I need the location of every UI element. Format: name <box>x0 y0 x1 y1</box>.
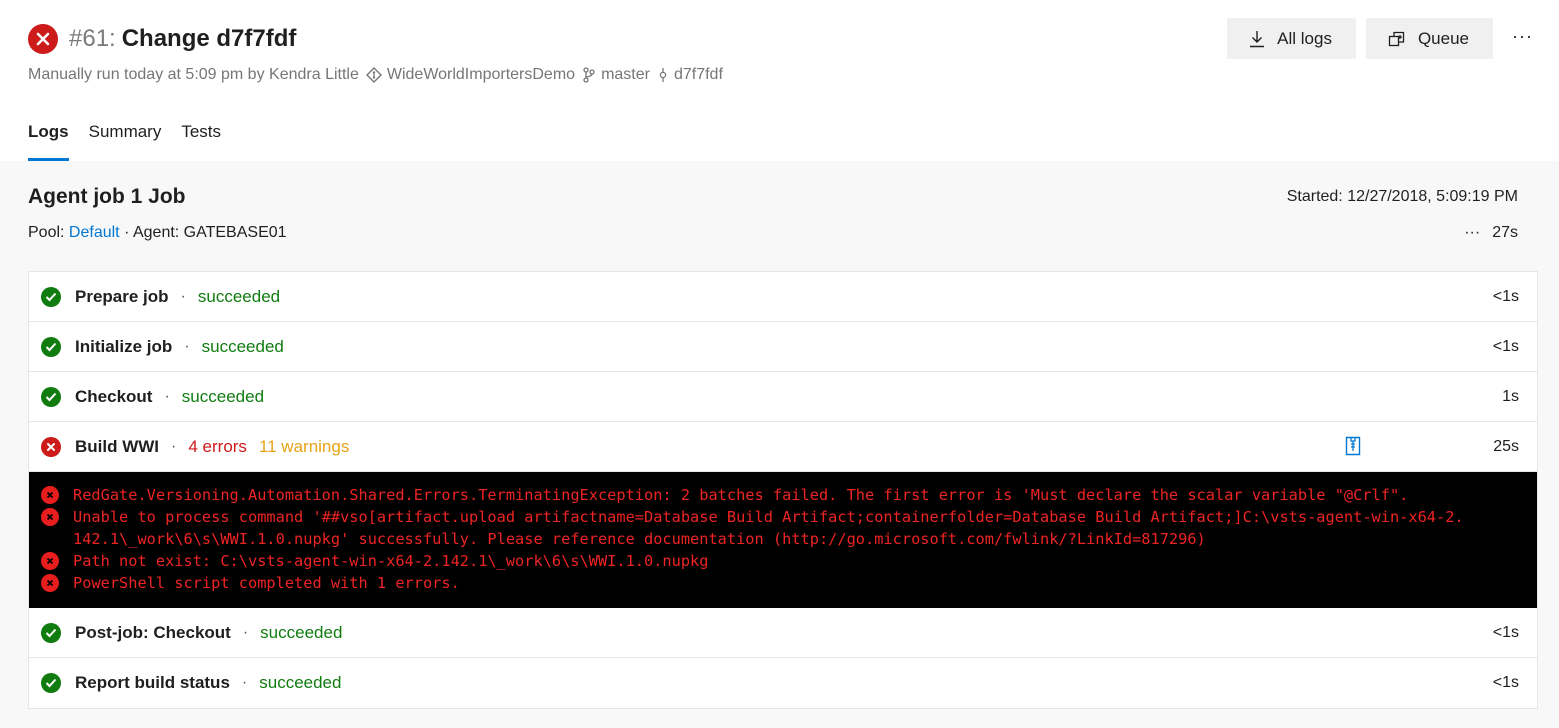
job-more-button[interactable]: ··· <box>1464 224 1480 242</box>
console-line: Path not exist: C:\vsts-agent-win-x64-2.… <box>39 550 1525 572</box>
run-title: Change d7f7fdf <box>121 25 297 52</box>
separator: · <box>171 437 177 455</box>
run-id: #61: <box>69 25 116 52</box>
success-icon <box>41 673 61 693</box>
commit-link[interactable]: d7f7fdf <box>674 66 723 84</box>
step-duration: <1s <box>1492 623 1519 641</box>
step-status: succeeded <box>201 336 284 356</box>
more-actions-button[interactable]: ··· <box>1512 26 1533 47</box>
repo-icon <box>365 67 382 83</box>
console-line: Unable to process command '##vso[artifac… <box>39 506 1525 528</box>
success-icon <box>41 622 61 643</box>
all-logs-button[interactable]: All logs <box>1227 18 1356 59</box>
console-line: RedGate.Versioning.Automation.Shared.Err… <box>39 484 1525 506</box>
error-icon <box>41 552 59 570</box>
step-duration: <1s <box>1492 287 1519 305</box>
console-line: PowerShell script completed with 1 error… <box>39 572 1525 594</box>
error-icon <box>41 574 59 592</box>
agent-text: · Agent: GATEBASE01 <box>124 224 287 241</box>
tab-summary[interactable]: Summary <box>89 122 162 161</box>
step-status: succeeded <box>197 286 281 306</box>
separator: · <box>184 337 190 355</box>
commit-icon <box>657 67 669 83</box>
branch-icon <box>582 67 596 83</box>
all-logs-label: All logs <box>1277 28 1332 48</box>
separator: · <box>241 674 248 691</box>
step-status: succeeded <box>259 673 342 692</box>
queue-icon <box>1388 31 1405 46</box>
step-duration: <1s <box>1492 674 1519 691</box>
console-line-continued: 142.1\_work\6\s\WWI.1.0.nupkg' successfu… <box>39 528 1525 550</box>
success-icon <box>41 336 61 357</box>
error-icon <box>41 508 59 526</box>
step-prepare-job[interactable]: Prepare job · succeeded <1s <box>29 272 1537 322</box>
tab-tests[interactable]: Tests <box>181 122 221 161</box>
trigger-text: Manually run today at 5:09 pm by Kendra … <box>28 66 359 83</box>
step-initialize-job[interactable]: Initialize job · succeeded <1s <box>29 322 1537 372</box>
console-text: RedGate.Versioning.Automation.Shared.Err… <box>73 486 1409 504</box>
tab-logs[interactable]: Logs <box>28 122 69 161</box>
step-errors: 4 errors <box>188 436 247 456</box>
step-name: Prepare job <box>75 286 169 306</box>
run-header: #61: Change d7f7fdf Manually run today a… <box>0 0 1559 161</box>
run-subtitle: Manually run today at 5:09 pm by Kendra … <box>28 66 723 84</box>
job-duration-value: 27s <box>1492 224 1518 241</box>
failed-status-icon <box>28 24 58 54</box>
pool-label: Pool: <box>28 224 65 241</box>
queue-button[interactable]: Queue <box>1365 18 1493 59</box>
console-text: 142.1\_work\6\s\WWI.1.0.nupkg' successfu… <box>73 530 1206 548</box>
step-name: Initialize job <box>75 336 173 356</box>
job-duration: ··· 27s <box>1464 224 1518 242</box>
console-text: Path not exist: C:\vsts-agent-win-x64-2.… <box>73 552 709 570</box>
success-icon <box>41 386 61 407</box>
download-icon <box>1250 30 1265 47</box>
console-text: Unable to process command '##vso[artifac… <box>73 508 1464 526</box>
header-actions: All logs Queue <box>1227 18 1493 59</box>
steps-list: Prepare job · succeeded <1s Initialize j… <box>28 271 1538 709</box>
step-post-job-checkout[interactable]: Post-job: Checkout · succeeded <1s <box>29 608 1537 658</box>
job-title: Agent job 1 Job <box>28 185 186 208</box>
job-started: Started: 12/27/2018, 5:09:19 PM <box>1286 188 1518 205</box>
step-status: succeeded <box>181 386 265 406</box>
step-status: succeeded <box>260 622 343 642</box>
tab-bar: Logs Summary Tests <box>28 122 221 161</box>
step-name: Report build status <box>75 673 230 692</box>
step-duration: 25s <box>1493 437 1519 455</box>
step-name: Post-job: Checkout <box>75 622 231 642</box>
console-text: PowerShell script completed with 1 error… <box>73 574 460 592</box>
step-checkout[interactable]: Checkout · succeeded 1s <box>29 372 1537 422</box>
repo-link[interactable]: WideWorldImportersDemo <box>387 66 575 84</box>
success-icon <box>41 286 61 307</box>
branch-link[interactable]: master <box>601 66 650 84</box>
separator: · <box>164 387 170 405</box>
error-console: RedGate.Versioning.Automation.Shared.Err… <box>29 472 1537 608</box>
step-name: Checkout <box>75 386 153 406</box>
artifact-icon[interactable] <box>1345 436 1361 461</box>
step-name: Build WWI <box>75 436 160 456</box>
step-duration: <1s <box>1492 337 1519 355</box>
error-icon <box>41 436 61 457</box>
queue-label: Queue <box>1417 28 1469 48</box>
pool-link[interactable]: Default <box>69 224 120 241</box>
separator: · <box>242 623 249 641</box>
step-duration: 1s <box>1502 387 1519 405</box>
step-build-wwi[interactable]: Build WWI · 4 errors 11 warnings 25s <box>29 422 1537 472</box>
title-row: #61: Change d7f7fdf <box>28 24 296 54</box>
error-icon <box>41 486 59 504</box>
step-report-build-status[interactable]: Report build status · succeeded <1s <box>29 658 1537 708</box>
job-pool-agent: Pool: Default · Agent: GATEBASE01 <box>28 224 287 242</box>
separator: · <box>180 287 186 305</box>
step-warnings: 11 warnings <box>258 436 350 456</box>
